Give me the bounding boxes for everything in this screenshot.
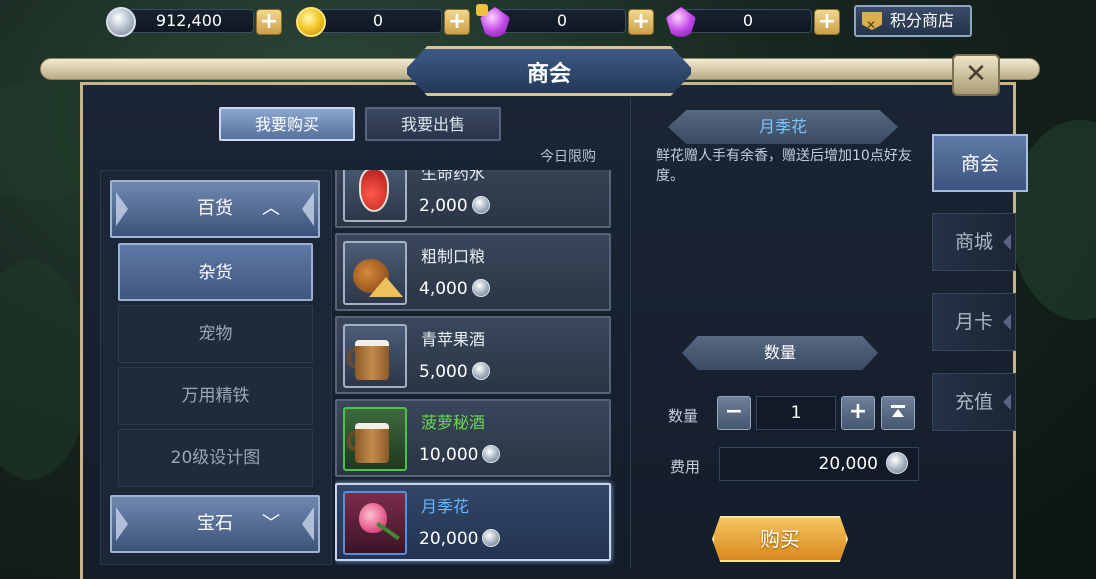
silver-coin-icon [106, 7, 136, 37]
score-shop-label: 积分商店 [890, 11, 955, 30]
category-label: 宝石 [197, 513, 233, 534]
background-foliage [0, 260, 90, 480]
shop-item[interactable]: 菠萝秘酒 10,000 [335, 399, 611, 477]
silver-currency: 912,400 + [106, 7, 282, 37]
gold-currency: 0 + [296, 7, 470, 37]
detail-item-name: 月季花 [668, 110, 898, 144]
silver-coin-icon [471, 279, 490, 297]
score-shop-button[interactable]: 积分商店 [854, 5, 972, 37]
potion-icon [359, 170, 389, 212]
item-name: 粗制口粮 [421, 247, 486, 266]
add-bound-gem-button[interactable]: + [628, 9, 654, 35]
pineapple-wine-icon [355, 423, 389, 463]
item-description: 鲜花赠人手有余香，赠送后增加10点好友度。 [656, 148, 912, 184]
quantity-header: 数量 [682, 336, 878, 370]
side-tab-recharge[interactable]: 充值 [932, 373, 1016, 431]
decrease-quantity-button[interactable]: − [717, 396, 751, 430]
bound-gem-amount: 0 [556, 11, 568, 30]
category-label: 百货 [197, 198, 233, 219]
max-quantity-button[interactable] [881, 396, 915, 430]
quantity-label: 数量 [668, 407, 699, 425]
category-general-store[interactable]: 百货 ︿ [110, 180, 320, 238]
currency-bar: 912,400 + 0 + 0 + 0 + 积分商店 [100, 3, 980, 37]
silver-coin-icon [482, 445, 501, 463]
subcategory-sundries[interactable]: 杂货 [118, 243, 313, 301]
daily-limit-label: 今日限购 [540, 149, 596, 165]
gold-coin-icon [296, 7, 326, 37]
increase-quantity-button[interactable]: + [841, 396, 875, 430]
bound-gem-currency: 0 + [476, 4, 654, 37]
chevron-down-icon: ﹀ [262, 513, 280, 534]
shop-item[interactable]: 粗制口粮 4,000 [335, 233, 611, 311]
item-price: 10,000 [419, 445, 501, 465]
item-name: 青苹果酒 [421, 330, 486, 349]
buy-button[interactable]: 购买 [712, 516, 848, 562]
silver-coin-icon [886, 452, 908, 474]
tab-buy[interactable]: 我要购买 [219, 107, 355, 141]
shop-item[interactable]: 生命药水 2,000 [335, 170, 611, 228]
item-list[interactable]: 生命药水 2,000 粗制口粮 4,000 青苹果酒 5,000 菠萝秘酒 10… [335, 170, 615, 565]
side-tab-mall[interactable]: 商城 [932, 213, 1016, 271]
side-tab-chamber[interactable]: 商会 [932, 134, 1028, 192]
item-name: 菠萝秘酒 [421, 413, 486, 432]
subcategory-universal-iron[interactable]: 万用精铁 [118, 367, 313, 425]
shop-item-selected[interactable]: 月季花 20,000 [335, 483, 611, 561]
tab-sell[interactable]: 我要出售 [365, 107, 501, 141]
cost-display: 20,000 [719, 447, 919, 481]
item-price: 4,000 [419, 279, 490, 299]
side-tab-monthly-card[interactable]: 月卡 [932, 293, 1016, 351]
item-price: 5,000 [419, 362, 490, 382]
subcategory-pets[interactable]: 宠物 [118, 305, 313, 363]
window-title: 商会 [526, 62, 571, 87]
silver-coin-icon [482, 529, 501, 547]
cider-icon [355, 340, 389, 380]
category-gems[interactable]: 宝石 ﹀ [110, 495, 320, 553]
silver-coin-icon [471, 362, 490, 380]
cost-amount: 20,000 [818, 454, 878, 474]
item-price: 20,000 [419, 529, 501, 549]
shop-item[interactable]: 青苹果酒 5,000 [335, 316, 611, 394]
item-name: 月季花 [421, 497, 470, 516]
add-gem-button[interactable]: + [814, 9, 840, 35]
add-gold-button[interactable]: + [444, 9, 470, 35]
close-button[interactable]: ✕ [952, 54, 1000, 96]
silver-amount: 912,400 [155, 11, 223, 30]
gold-amount: 0 [372, 11, 384, 30]
silver-coin-icon [471, 196, 490, 214]
divider [630, 98, 631, 568]
item-price: 2,000 [419, 196, 490, 216]
quantity-input[interactable]: 1 [756, 396, 836, 430]
lock-icon [476, 4, 488, 16]
score-shop-icon [862, 12, 882, 30]
cost-label: 费用 [670, 458, 701, 476]
add-silver-button[interactable]: + [256, 9, 282, 35]
gem-amount: 0 [742, 11, 754, 30]
item-name: 生命药水 [421, 170, 486, 183]
chevron-up-icon: ︿ [262, 198, 280, 219]
gem-currency: 0 + [666, 7, 840, 37]
subcategory-lv20-blueprints[interactable]: 20级设计图 [118, 429, 313, 487]
max-icon [891, 405, 905, 421]
